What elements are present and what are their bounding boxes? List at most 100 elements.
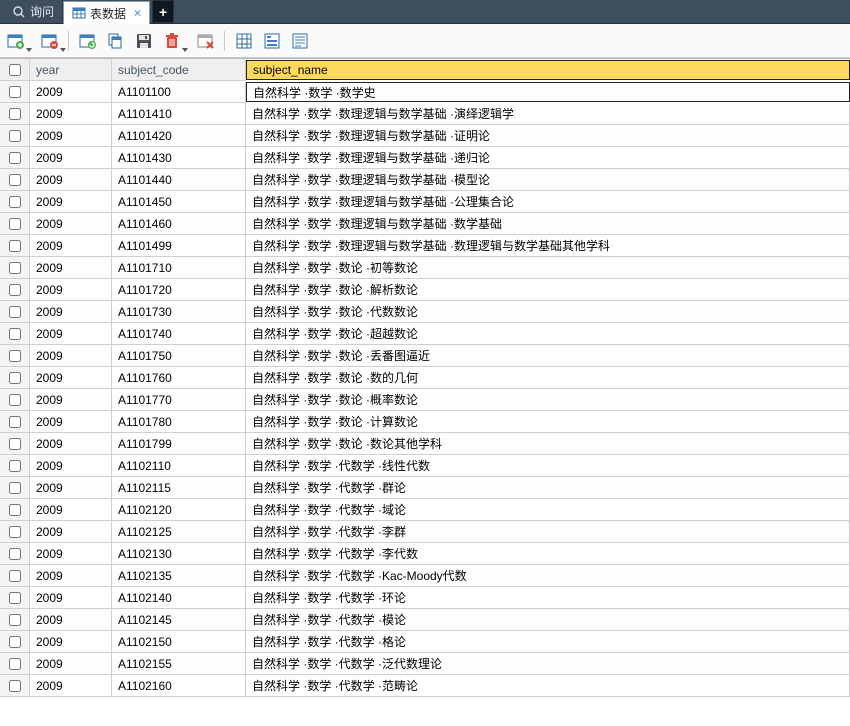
- cell-year[interactable]: 2009: [30, 301, 112, 323]
- cell-year[interactable]: 2009: [30, 81, 112, 103]
- cell-subject-code[interactable]: A1102130: [112, 543, 246, 565]
- row-checkbox[interactable]: [9, 680, 21, 692]
- cell-subject-name[interactable]: 自然科学 ·数学 ·代数学 ·模论: [246, 609, 850, 631]
- cell-year[interactable]: 2009: [30, 587, 112, 609]
- row-checkbox-cell[interactable]: [0, 389, 30, 411]
- cell-subject-name[interactable]: 自然科学 ·数学 ·数论 ·数论其他学科: [246, 433, 850, 455]
- cell-subject-name[interactable]: 自然科学 ·数学 ·数论 ·丢番图逼近: [246, 345, 850, 367]
- cell-subject-name[interactable]: 自然科学 ·数学 ·代数学 ·群论: [246, 477, 850, 499]
- row-checkbox-cell[interactable]: [0, 631, 30, 653]
- cell-subject-code[interactable]: A1101420: [112, 125, 246, 147]
- cell-subject-code[interactable]: A1101760: [112, 367, 246, 389]
- cell-subject-name[interactable]: 自然科学 ·数学 ·代数学 ·泛代数理论: [246, 653, 850, 675]
- delete-button[interactable]: [162, 31, 182, 51]
- column-header-subject-name[interactable]: subject_name: [246, 60, 850, 80]
- row-checkbox-cell[interactable]: [0, 257, 30, 279]
- row-checkbox[interactable]: [9, 86, 21, 98]
- cell-subject-name[interactable]: 自然科学 ·数学 ·代数学 ·李群: [246, 521, 850, 543]
- row-checkbox[interactable]: [9, 570, 21, 582]
- tab-new-button[interactable]: +: [152, 0, 174, 23]
- row-checkbox[interactable]: [9, 504, 21, 516]
- row-checkbox-cell[interactable]: [0, 279, 30, 301]
- tab-query[interactable]: 询问: [4, 0, 63, 23]
- cell-subject-name[interactable]: 自然科学 ·数学 ·代数学 ·线性代数: [246, 455, 850, 477]
- row-checkbox-cell[interactable]: [0, 345, 30, 367]
- cell-year[interactable]: 2009: [30, 279, 112, 301]
- column-header-year[interactable]: year: [30, 59, 112, 81]
- row-checkbox[interactable]: [9, 592, 21, 604]
- cell-subject-code[interactable]: A1101750: [112, 345, 246, 367]
- table-row[interactable]: 2009A1101100自然科学 ·数学 ·数学史: [0, 81, 850, 103]
- cell-subject-code[interactable]: A1101710: [112, 257, 246, 279]
- row-checkbox-cell[interactable]: [0, 367, 30, 389]
- cell-year[interactable]: 2009: [30, 521, 112, 543]
- row-checkbox[interactable]: [9, 636, 21, 648]
- row-checkbox[interactable]: [9, 262, 21, 274]
- form-view-button[interactable]: [262, 31, 282, 51]
- table-row[interactable]: 2009A1101730自然科学 ·数学 ·数论 ·代数数论: [0, 301, 850, 323]
- cell-subject-name[interactable]: 自然科学 ·数学 ·数论 ·计算数论: [246, 411, 850, 433]
- cell-subject-code[interactable]: A1102145: [112, 609, 246, 631]
- cell-subject-name[interactable]: 自然科学 ·数学 ·数论 ·超越数论: [246, 323, 850, 345]
- row-checkbox[interactable]: [9, 416, 21, 428]
- cell-subject-code[interactable]: A1101410: [112, 103, 246, 125]
- cell-subject-name[interactable]: 自然科学 ·数学 ·数论 ·代数数论: [246, 301, 850, 323]
- table-row[interactable]: 2009A1102130自然科学 ·数学 ·代数学 ·李代数: [0, 543, 850, 565]
- cell-subject-name[interactable]: 自然科学 ·数学 ·代数学 ·环论: [246, 587, 850, 609]
- row-checkbox-cell[interactable]: [0, 565, 30, 587]
- add-row-button[interactable]: [6, 31, 26, 51]
- table-row[interactable]: 2009A1101799自然科学 ·数学 ·数论 ·数论其他学科: [0, 433, 850, 455]
- row-checkbox[interactable]: [9, 372, 21, 384]
- row-checkbox-cell[interactable]: [0, 191, 30, 213]
- row-checkbox-cell[interactable]: [0, 213, 30, 235]
- cell-year[interactable]: 2009: [30, 191, 112, 213]
- cell-year[interactable]: 2009: [30, 147, 112, 169]
- cell-year[interactable]: 2009: [30, 653, 112, 675]
- cell-subject-code[interactable]: A1102140: [112, 587, 246, 609]
- cell-year[interactable]: 2009: [30, 477, 112, 499]
- table-row[interactable]: 2009A1102150自然科学 ·数学 ·代数学 ·格论: [0, 631, 850, 653]
- save-button[interactable]: [134, 31, 154, 51]
- cell-subject-name[interactable]: 自然科学 ·数学 ·代数学 ·Kac-Moody代数: [246, 565, 850, 587]
- table-row[interactable]: 2009A1102115自然科学 ·数学 ·代数学 ·群论: [0, 477, 850, 499]
- row-checkbox[interactable]: [9, 240, 21, 252]
- row-checkbox-cell[interactable]: [0, 609, 30, 631]
- copy-button[interactable]: [106, 31, 126, 51]
- row-checkbox-cell[interactable]: [0, 125, 30, 147]
- cell-subject-code[interactable]: A1101440: [112, 169, 246, 191]
- row-checkbox[interactable]: [9, 526, 21, 538]
- row-checkbox-cell[interactable]: [0, 301, 30, 323]
- cell-subject-name[interactable]: 自然科学 ·数学 ·代数学 ·格论: [246, 631, 850, 653]
- row-checkbox[interactable]: [9, 394, 21, 406]
- row-checkbox[interactable]: [9, 350, 21, 362]
- table-row[interactable]: 2009A1101450自然科学 ·数学 ·数理逻辑与数学基础 ·公理集合论: [0, 191, 850, 213]
- row-checkbox[interactable]: [9, 438, 21, 450]
- cell-subject-code[interactable]: A1102155: [112, 653, 246, 675]
- cell-subject-name[interactable]: 自然科学 ·数学 ·数理逻辑与数学基础 ·演绎逻辑学: [246, 103, 850, 125]
- table-row[interactable]: 2009A1101750自然科学 ·数学 ·数论 ·丢番图逼近: [0, 345, 850, 367]
- cell-year[interactable]: 2009: [30, 499, 112, 521]
- cell-subject-code[interactable]: A1102150: [112, 631, 246, 653]
- table-row[interactable]: 2009A1102110自然科学 ·数学 ·代数学 ·线性代数: [0, 455, 850, 477]
- row-checkbox[interactable]: [9, 548, 21, 560]
- cell-subject-code[interactable]: A1102120: [112, 499, 246, 521]
- text-view-button[interactable]: [290, 31, 310, 51]
- cell-subject-code[interactable]: A1101460: [112, 213, 246, 235]
- cell-subject-code[interactable]: A1101730: [112, 301, 246, 323]
- row-checkbox[interactable]: [9, 614, 21, 626]
- table-row[interactable]: 2009A1101780自然科学 ·数学 ·数论 ·计算数论: [0, 411, 850, 433]
- table-row[interactable]: 2009A1101430自然科学 ·数学 ·数理逻辑与数学基础 ·递归论: [0, 147, 850, 169]
- cell-year[interactable]: 2009: [30, 631, 112, 653]
- cell-year[interactable]: 2009: [30, 213, 112, 235]
- row-checkbox-cell[interactable]: [0, 81, 30, 103]
- cell-subject-name[interactable]: 自然科学 ·数学 ·数理逻辑与数学基础 ·数学基础: [246, 213, 850, 235]
- table-row[interactable]: 2009A1101720自然科学 ·数学 ·数论 ·解析数论: [0, 279, 850, 301]
- cell-subject-name[interactable]: 自然科学 ·数学 ·数理逻辑与数学基础 ·递归论: [246, 147, 850, 169]
- cell-subject-name[interactable]: 自然科学 ·数学 ·数论 ·解析数论: [246, 279, 850, 301]
- cell-subject-code[interactable]: A1101499: [112, 235, 246, 257]
- table-row[interactable]: 2009A1101740自然科学 ·数学 ·数论 ·超越数论: [0, 323, 850, 345]
- row-checkbox-cell[interactable]: [0, 455, 30, 477]
- cell-subject-name[interactable]: 自然科学 ·数学 ·数学史: [246, 82, 850, 102]
- cell-subject-code[interactable]: A1102110: [112, 455, 246, 477]
- row-checkbox[interactable]: [9, 284, 21, 296]
